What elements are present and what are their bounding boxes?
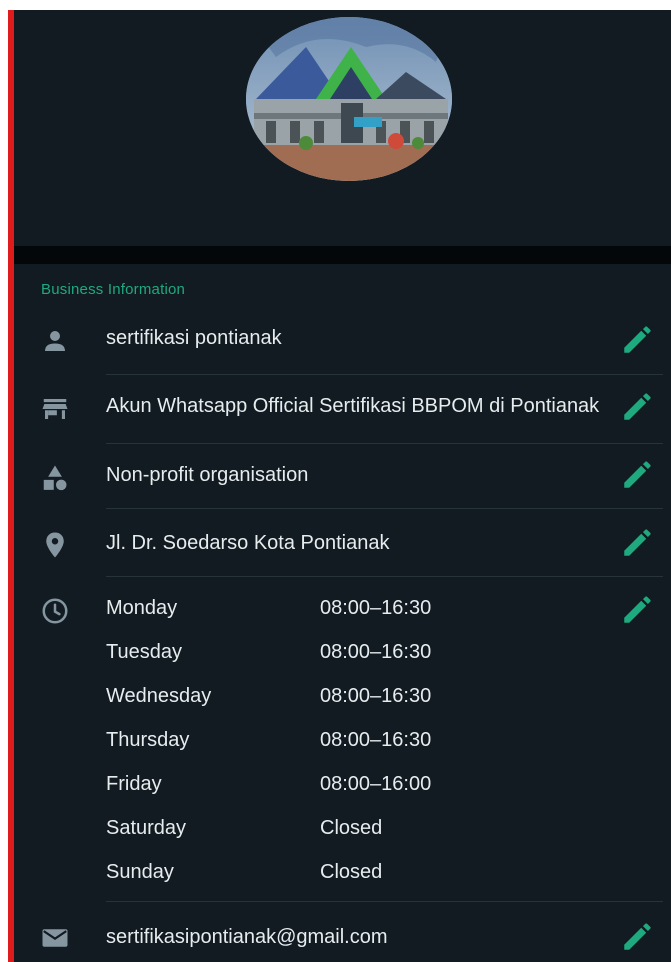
hours-time: Closed — [320, 861, 383, 883]
hours-time: 08:00–16:30 — [320, 597, 432, 619]
hours-time: 08:00–16:30 — [320, 729, 432, 751]
business-name: sertifikasi pontianak — [106, 327, 282, 349]
business-photo-image — [246, 17, 452, 181]
row-divider — [106, 901, 663, 902]
edit-address-pencil-icon[interactable] — [620, 526, 654, 560]
row-divider — [106, 508, 663, 509]
row-divider — [106, 443, 663, 444]
hours-time: 08:00–16:30 — [320, 685, 432, 707]
clock-icon — [42, 598, 68, 624]
profile-screen: Business Information sertifikasi pontian… — [8, 10, 671, 962]
hours-day: Tuesday — [106, 641, 182, 663]
section-title: Business Information — [41, 281, 186, 298]
business-description: Akun Whatsapp Official Sertifikasi BBPOM… — [106, 395, 600, 417]
business-email: sertifikasipontianak@gmail.com — [106, 926, 388, 948]
mail-icon — [42, 929, 68, 947]
hours-time: 08:00–16:30 — [320, 641, 432, 663]
row-divider — [106, 374, 663, 375]
edit-hours-pencil-icon[interactable] — [620, 593, 654, 627]
business-category: Non-profit organisation — [106, 464, 309, 486]
edit-email-pencil-icon[interactable] — [620, 920, 654, 954]
store-icon — [42, 399, 68, 419]
edit-description-pencil-icon[interactable] — [620, 390, 654, 424]
edit-name-pencil-icon[interactable] — [620, 323, 654, 357]
hours-day: Friday — [106, 773, 162, 795]
section-divider — [14, 246, 671, 264]
hours-time: 08:00–16:00 — [320, 773, 432, 795]
person-icon — [45, 331, 65, 351]
avatar[interactable] — [246, 17, 452, 181]
hours-day: Wednesday — [106, 685, 212, 707]
business-address: Jl. Dr. Soedarso Kota Pontianak — [106, 532, 390, 554]
location-pin-icon — [46, 532, 64, 558]
category-icon — [43, 465, 67, 491]
hours-day: Monday — [106, 597, 178, 619]
edit-category-pencil-icon[interactable] — [620, 458, 654, 492]
row-divider — [106, 576, 663, 577]
hours-time: Closed — [320, 817, 383, 839]
hours-day: Sunday — [106, 861, 174, 883]
hours-day: Thursday — [106, 729, 190, 751]
hours-day: Saturday — [106, 817, 187, 839]
profile-header — [14, 10, 671, 246]
